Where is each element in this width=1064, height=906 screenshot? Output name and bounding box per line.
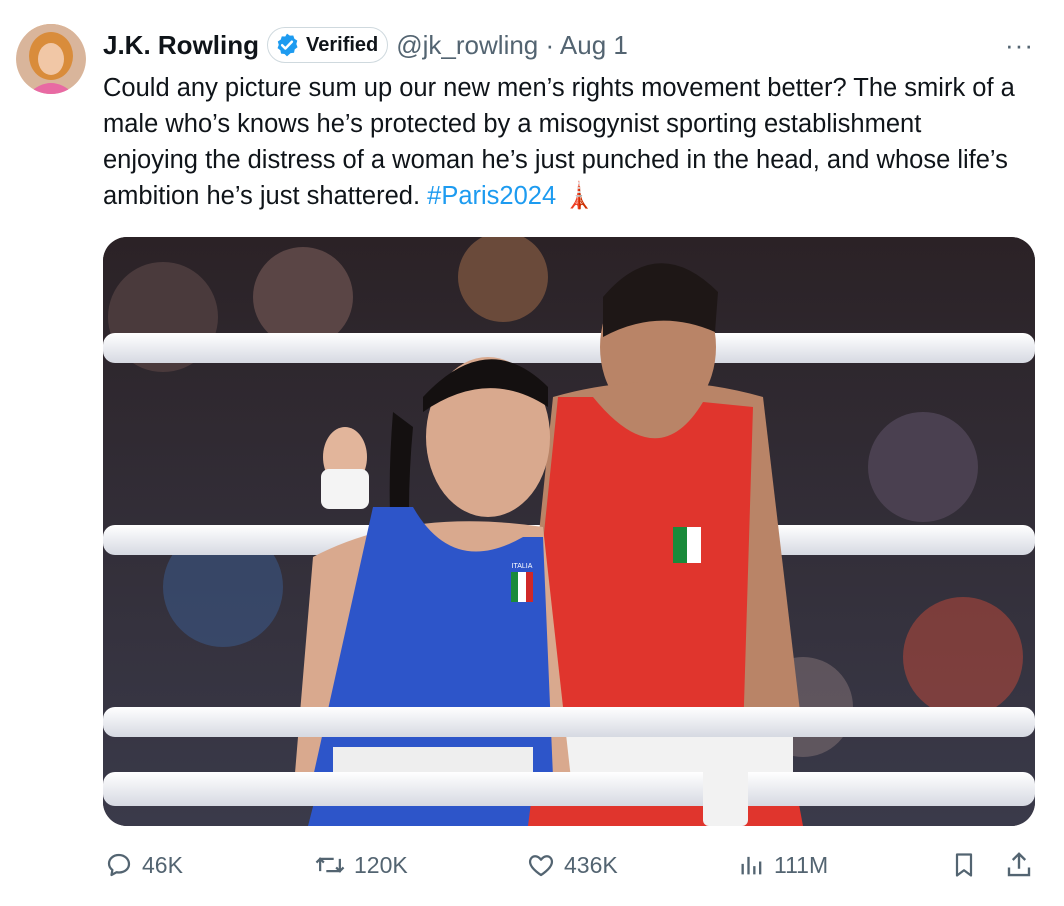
reply-button[interactable]: 46K xyxy=(104,842,183,888)
tweet-photo[interactable]: ITALIA xyxy=(103,237,1035,826)
tweet-actions: 46K 120K 436K 111M xyxy=(0,842,1064,888)
views-button[interactable]: 111M xyxy=(738,842,828,888)
avatar[interactable] xyxy=(16,24,86,94)
avatar-image xyxy=(16,24,86,94)
bookmark-icon xyxy=(955,853,973,877)
italia-label: ITALIA xyxy=(512,563,533,570)
like-count: 436K xyxy=(564,851,618,878)
views-chart-icon xyxy=(741,856,762,875)
repost-button[interactable]: 120K xyxy=(314,842,408,888)
repost-count: 120K xyxy=(354,851,408,878)
heart-icon xyxy=(528,855,554,877)
tweet-body: Could any picture sum up our new men’s r… xyxy=(103,74,1015,210)
tweet: J.K. Rowling Verified @jk_rowling · Aug … xyxy=(0,0,1064,906)
bookmark-button[interactable] xyxy=(950,842,986,888)
author-handle-and-date[interactable]: @jk_rowling · Aug 1 xyxy=(396,30,628,61)
eiffel-tower-emoji: 🗼 xyxy=(563,182,596,210)
verified-label: Verified xyxy=(306,33,379,56)
boxing-ring-photo: ITALIA xyxy=(103,237,1035,826)
tweet-header: J.K. Rowling Verified @jk_rowling · Aug … xyxy=(103,26,628,64)
share-icon xyxy=(1007,852,1031,877)
author-name[interactable]: J.K. Rowling xyxy=(103,30,259,61)
share-button[interactable] xyxy=(1004,842,1042,888)
hashtag-link[interactable]: #Paris2024 xyxy=(427,182,556,210)
more-options-icon[interactable]: ··· xyxy=(1005,30,1034,61)
tweet-text: Could any picture sum up our new men’s r… xyxy=(103,70,1023,214)
verified-check-icon xyxy=(277,33,298,57)
repost-icon xyxy=(315,857,345,873)
reply-icon xyxy=(107,853,131,877)
reply-count: 46K xyxy=(142,851,183,878)
like-button[interactable]: 436K xyxy=(526,842,618,888)
view-count: 111M xyxy=(774,851,829,878)
verified-badge[interactable]: Verified xyxy=(267,27,389,63)
